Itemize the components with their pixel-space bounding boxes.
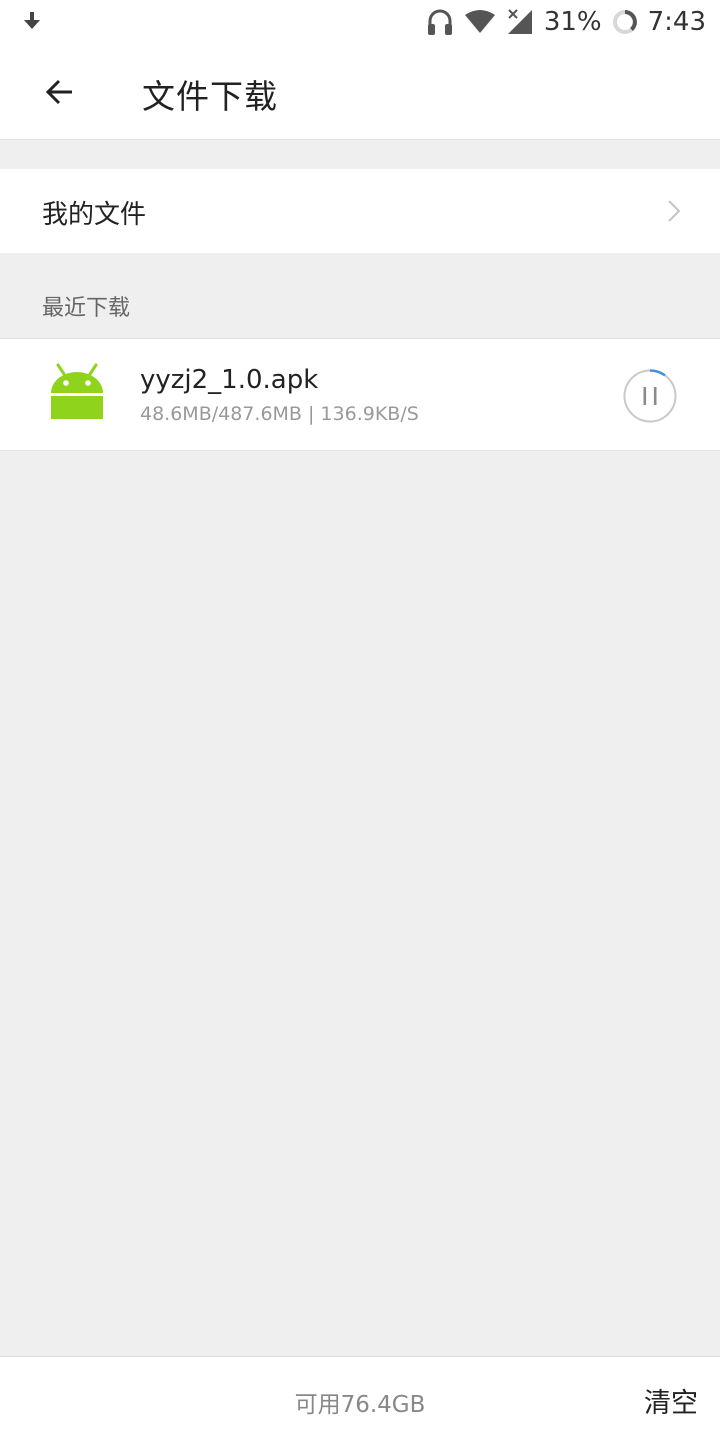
download-progress-text: 48.6MB/487.6MB | 136.9KB/S	[140, 403, 419, 425]
chevron-right-icon	[668, 200, 681, 222]
download-item[interactable]: yyzj2_1.0.apk 48.6MB/487.6MB | 136.9KB/S	[0, 338, 720, 451]
file-name: yyzj2_1.0.apk	[140, 365, 319, 395]
pause-button[interactable]	[622, 368, 678, 424]
my-files-label: 我的文件	[42, 200, 147, 230]
back-button[interactable]	[34, 66, 86, 118]
status-bar: 31% 7:43	[0, 0, 720, 44]
status-icons: 31% 7:43	[426, 4, 706, 40]
status-time: 7:43	[647, 7, 706, 37]
bottom-bar: 可用76.4GB 清空	[0, 1356, 720, 1440]
battery-percent: 31%	[543, 7, 602, 37]
headphones-icon	[426, 7, 454, 37]
available-storage: 可用76.4GB	[294, 1392, 426, 1418]
signal-icon	[506, 8, 534, 36]
arrow-left-icon	[45, 79, 72, 105]
wifi-icon	[464, 9, 496, 35]
recent-downloads-title: 最近下载	[42, 296, 131, 321]
my-files-row[interactable]: 我的文件	[0, 169, 720, 253]
android-icon	[51, 363, 103, 419]
app-header: 文件下载	[0, 44, 720, 140]
battery-icon	[612, 9, 638, 35]
page-title: 文件下载	[142, 77, 278, 116]
download-arrow-icon	[22, 10, 42, 36]
clear-button[interactable]: 清空	[644, 1381, 698, 1420]
